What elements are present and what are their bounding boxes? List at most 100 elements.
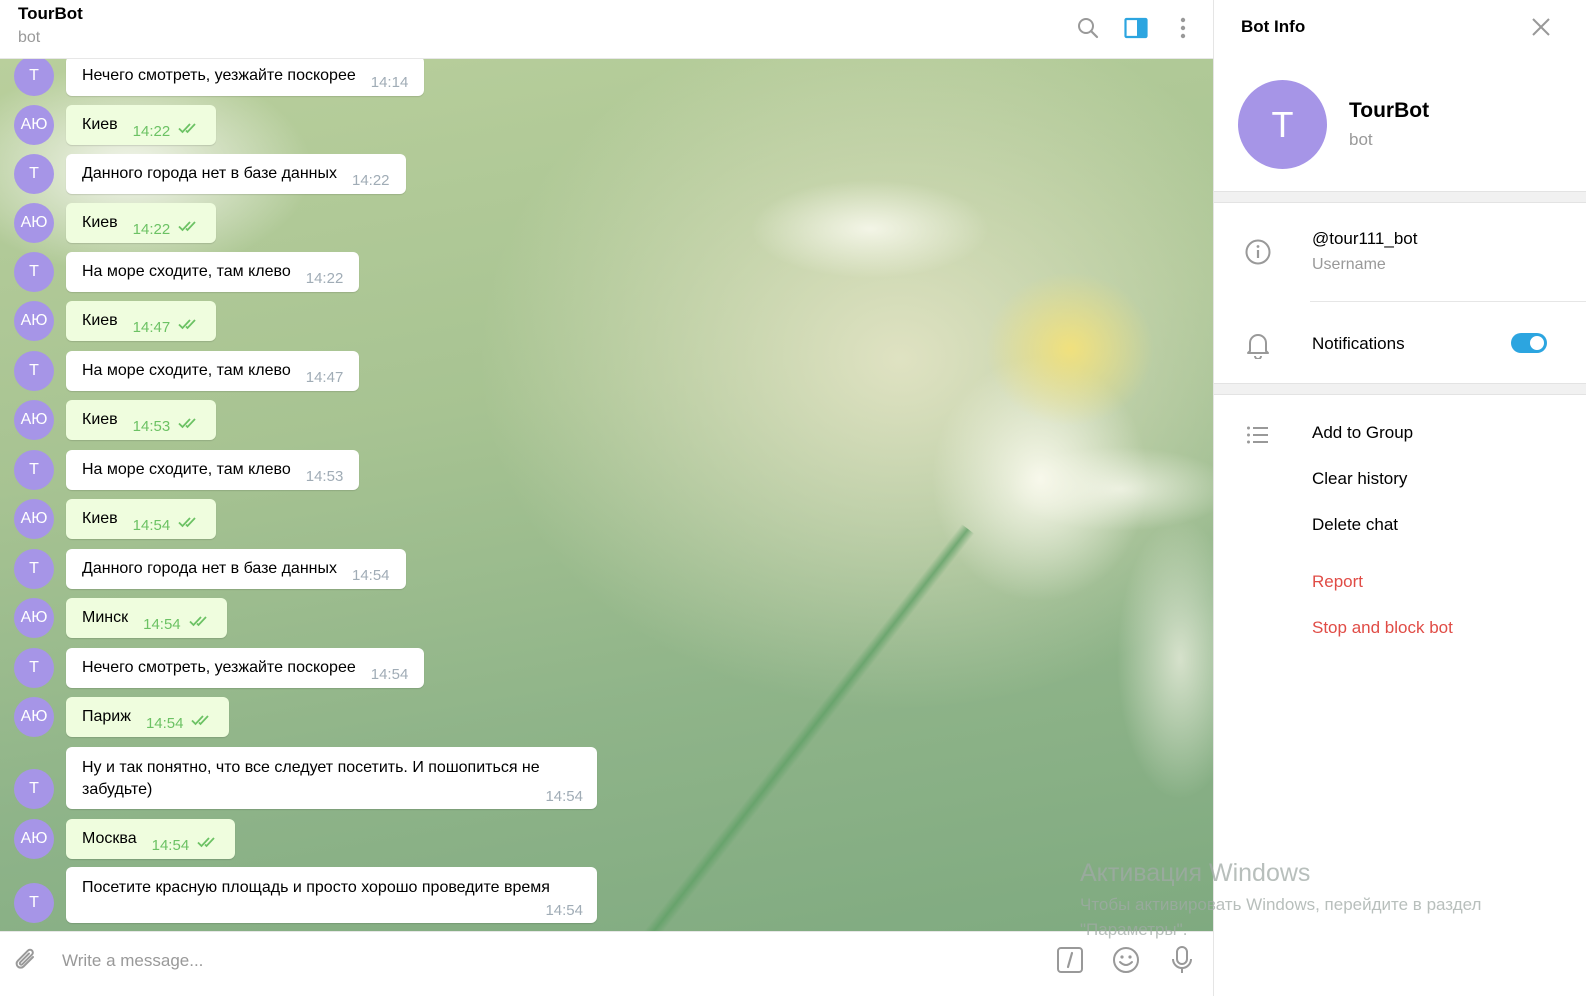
outgoing-message[interactable]: Киев 14:53 (66, 400, 217, 440)
username-value[interactable]: @tour111_bot (1312, 229, 1417, 249)
message-avatar[interactable]: T (14, 769, 54, 809)
section-divider (1214, 383, 1586, 395)
message-time: 14:22 (351, 171, 390, 189)
microphone-icon[interactable] (1166, 944, 1198, 976)
double-check-icon (178, 219, 200, 237)
message-avatar[interactable]: АЮ (14, 400, 54, 440)
username-label: Username (1312, 256, 1386, 273)
incoming-message[interactable]: Нечего смотреть, уезжайте поскорее 14:54 (66, 648, 425, 688)
message-text: На море сходите, там клево (82, 362, 291, 379)
message-avatar[interactable]: T (14, 883, 54, 923)
double-check-icon (178, 121, 200, 139)
delete-chat-button[interactable]: Delete chat (1312, 515, 1398, 535)
add-to-group-button[interactable]: Add to Group (1312, 423, 1413, 443)
message-text: На море сходите, там клево (82, 461, 291, 478)
profile-status: bot (1349, 130, 1373, 149)
incoming-message[interactable]: Данного города нет в базе данных 14:54 (66, 549, 406, 589)
stop-and-block-button[interactable]: Stop and block bot (1312, 618, 1453, 638)
message-list[interactable]: T Нечего смотреть, уезжайте поскорее 14:14… (0, 59, 1213, 931)
message-avatar[interactable]: T (14, 252, 54, 292)
outgoing-message[interactable]: Москва 14:54 (66, 819, 236, 859)
message-time: 14:47 (305, 368, 344, 386)
message-text: Киев (82, 214, 118, 231)
more-vertical-icon[interactable] (1169, 14, 1197, 42)
profile-name: TourBot (1349, 99, 1430, 122)
sidebar-toggle-icon[interactable] (1122, 14, 1150, 42)
profile-avatar[interactable]: T (1238, 80, 1327, 169)
outgoing-message[interactable]: Минск 14:54 (66, 598, 227, 638)
chat-title[interactable]: TourBot (18, 4, 83, 24)
incoming-message[interactable]: Посетите красную площадь и просто хорошо… (66, 867, 597, 923)
report-button[interactable]: Report (1312, 572, 1363, 592)
incoming-message[interactable]: На море сходите, там клево 14:53 (66, 450, 360, 490)
message-text: Париж (82, 708, 131, 725)
message-text: Киев (82, 411, 118, 428)
search-icon[interactable] (1074, 14, 1102, 42)
double-check-icon (178, 515, 200, 533)
emoji-icon[interactable] (1110, 944, 1142, 976)
incoming-message[interactable]: На море сходите, там клево 14:47 (66, 351, 360, 391)
message-time: 14:54 (370, 665, 409, 683)
message-avatar[interactable]: АЮ (14, 105, 54, 145)
incoming-message[interactable]: На море сходите, там клево 14:22 (66, 252, 360, 292)
message-avatar[interactable]: АЮ (14, 697, 54, 737)
incoming-message[interactable]: Данного города нет в базе данных 14:22 (66, 154, 406, 194)
message-text: Москва (82, 830, 137, 847)
toggle-knob (1528, 334, 1546, 352)
message-avatar[interactable]: T (14, 549, 54, 589)
paperclip-icon[interactable] (10, 944, 42, 976)
double-check-icon (191, 713, 213, 731)
double-check-icon (178, 317, 200, 335)
windows-watermark-line: "Параметры". (1080, 920, 1188, 939)
message-text: Киев (82, 510, 118, 527)
message-avatar[interactable]: АЮ (14, 499, 54, 539)
message-avatar[interactable]: T (14, 351, 54, 391)
section-divider (1214, 191, 1586, 203)
panel-title: Bot Info (1241, 17, 1306, 36)
clear-history-button[interactable]: Clear history (1312, 469, 1407, 489)
windows-watermark-title: Активация Windows (1080, 859, 1311, 887)
message-text: Нечего смотреть, уезжайте поскорее (82, 67, 356, 84)
message-avatar[interactable]: T (14, 154, 54, 194)
chat-subtitle: bot (18, 29, 41, 46)
message-avatar[interactable]: T (14, 59, 54, 96)
double-check-icon (178, 416, 200, 434)
message-time: 14:14 (370, 73, 409, 91)
message-time: 14:54 (151, 836, 190, 854)
message-text: Нечего смотреть, уезжайте поскорее (82, 659, 356, 676)
message-text: Данного города нет в базе данных (82, 560, 337, 577)
composer (0, 931, 1213, 996)
message-avatar[interactable]: T (14, 450, 54, 490)
notifications-toggle[interactable] (1511, 333, 1547, 353)
message-time: 14:53 (132, 417, 171, 435)
outgoing-message[interactable]: Киев 14:22 (66, 203, 217, 243)
message-avatar[interactable]: АЮ (14, 301, 54, 341)
slash-commands-icon[interactable] (1054, 944, 1086, 976)
outgoing-message[interactable]: Киев 14:22 (66, 105, 217, 145)
message-text: Минск (82, 609, 129, 626)
chat-wallpaper: T Нечего смотреть, уезжайте поскорее 14:14… (0, 59, 1213, 931)
message-avatar[interactable]: АЮ (14, 598, 54, 638)
close-icon[interactable] (1526, 12, 1556, 42)
incoming-message[interactable]: Ну и так понятно, что все следует посети… (66, 747, 597, 809)
info-icon (1244, 238, 1272, 266)
message-time: 14:54 (143, 615, 181, 633)
message-time: 14:22 (132, 122, 171, 140)
message-time: 14:54 (351, 566, 390, 584)
incoming-message[interactable]: Нечего смотреть, уезжайте поскорее 14:14 (66, 59, 425, 96)
outgoing-message[interactable]: Киев 14:47 (66, 301, 217, 341)
message-input[interactable] (62, 946, 962, 976)
message-time: 14:54 (545, 902, 583, 919)
bot-info-panel: Bot Info T TourBot bot @tour111_bot User… (1213, 0, 1586, 996)
message-avatar[interactable]: АЮ (14, 203, 54, 243)
outgoing-message[interactable]: Париж 14:54 (66, 697, 230, 737)
message-text: На море сходите, там клево (82, 263, 291, 280)
message-time: 14:53 (305, 467, 344, 485)
message-avatar[interactable]: АЮ (14, 819, 54, 859)
outgoing-message[interactable]: Киев 14:54 (66, 499, 217, 539)
message-avatar[interactable]: T (14, 648, 54, 688)
notifications-label: Notifications (1312, 334, 1405, 353)
message-text: Ну и так понятно, что все следует посети… (82, 759, 540, 798)
message-time: 14:54 (545, 788, 583, 805)
list-icon (1244, 421, 1272, 449)
